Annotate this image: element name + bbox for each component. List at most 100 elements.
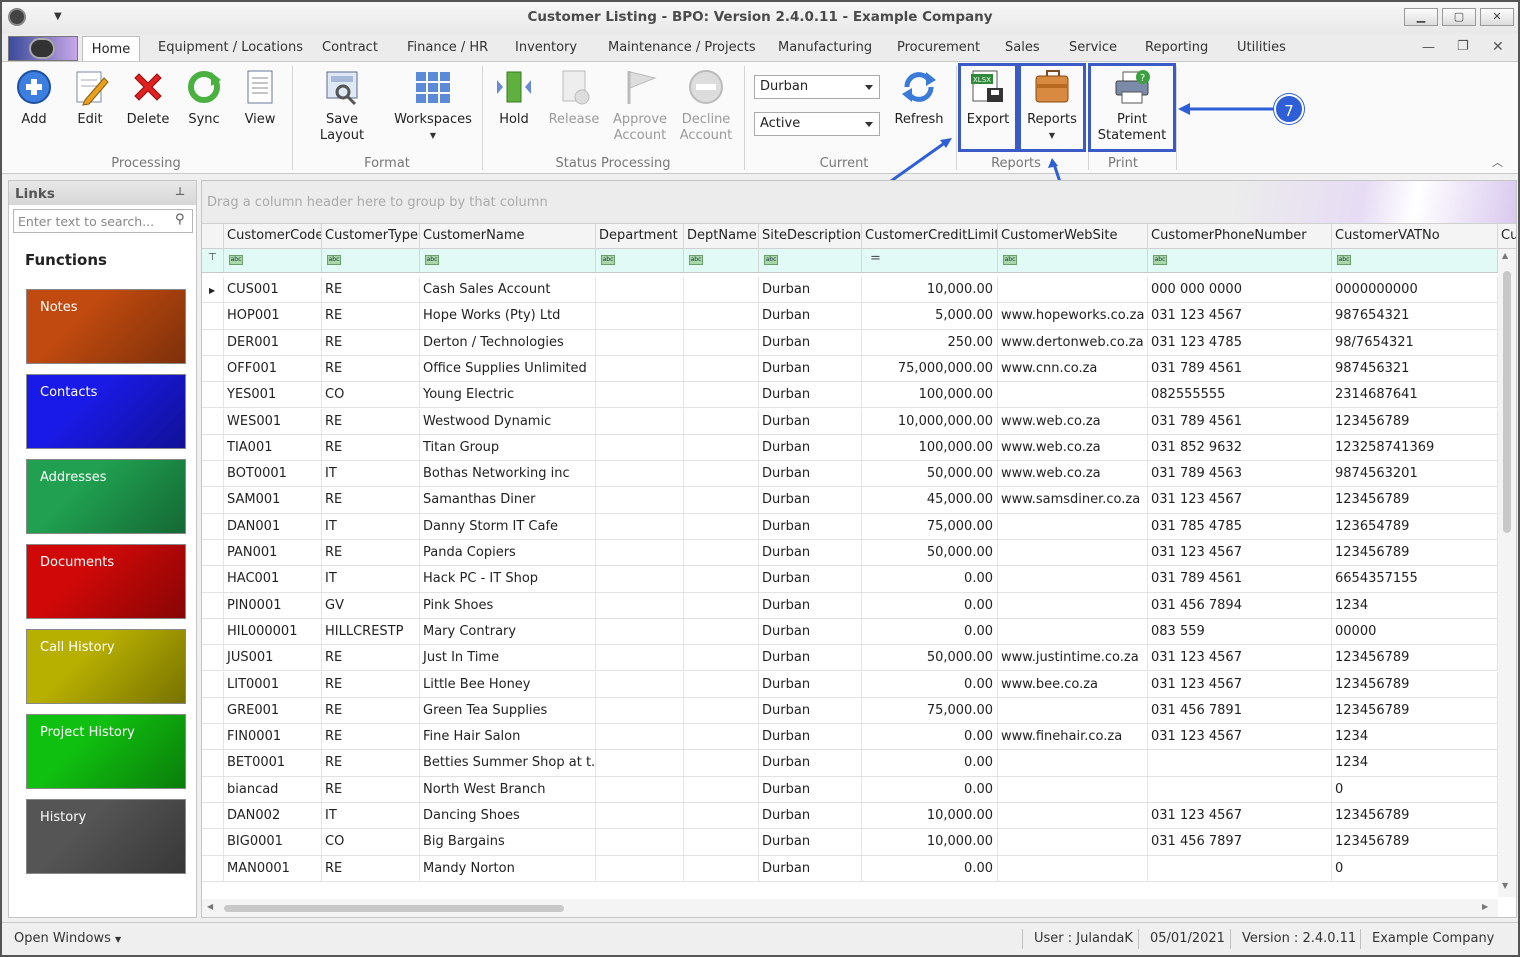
cell-sitedescription[interactable]: Durban [759, 618, 862, 645]
table-row[interactable]: TIA001 RE Titan Group Durban 100,000.00 www.w… [202, 434, 1498, 462]
cell-department[interactable] [596, 277, 684, 303]
cell-customervatno[interactable]: 2314687641 [1332, 382, 1498, 409]
cell-department[interactable] [596, 303, 684, 330]
status-dropdown[interactable]: Active [754, 112, 880, 136]
table-row[interactable]: HOP001 RE Hope Works (Pty) Ltd Durban 5,000.… [202, 303, 1498, 330]
mdi-minimize-icon[interactable]: — [1422, 40, 1435, 55]
cell-customervatno[interactable]: 0 [1332, 855, 1498, 882]
cell-customercreditlimit[interactable]: 250.00 [862, 329, 998, 356]
cell-customerphonenumber[interactable]: 031 456 7891 [1148, 697, 1332, 724]
cell-sitedescription[interactable]: Durban [759, 750, 862, 777]
cell-customertype[interactable]: RE [322, 697, 420, 724]
table-row[interactable]: MAN0001 RE Mandy Norton Durban 0.00 0 [202, 855, 1498, 882]
cell-deptname[interactable] [684, 382, 759, 409]
function-contacts[interactable]: Contacts [26, 374, 186, 449]
cell-customerphonenumber[interactable]: 031 852 9632 [1148, 434, 1332, 461]
site-dropdown[interactable]: Durban [754, 75, 880, 99]
table-row[interactable]: JUS001 RE Just In Time Durban 50,000.00 www.j… [202, 645, 1498, 672]
cell-customervatno[interactable]: 123258741369 [1332, 434, 1498, 461]
horizontal-scroll-thumb[interactable] [224, 905, 564, 912]
cell-customercode[interactable]: OFF001 [224, 355, 322, 382]
add-button[interactable]: Add [12, 68, 56, 128]
cell-customerphonenumber[interactable]: 031 456 7894 [1148, 592, 1332, 619]
cell-customercreditlimit[interactable]: 0.00 [862, 724, 998, 751]
cell-customervatno[interactable]: 987456321 [1332, 355, 1498, 382]
cell-deptname[interactable] [684, 329, 759, 356]
cell-customercreditlimit[interactable]: 0.00 [862, 671, 998, 698]
cell-customercode[interactable]: YES001 [224, 382, 322, 409]
cell-deptname[interactable] [684, 776, 759, 803]
cell-customerwebsite[interactable] [998, 382, 1148, 409]
cell-deptname[interactable] [684, 303, 759, 330]
cell-customertype[interactable]: RE [322, 408, 420, 435]
scroll-down-icon[interactable]: ▼ [1502, 881, 1508, 890]
cell-customerwebsite[interactable]: www.web.co.za [998, 434, 1148, 461]
cell-customerwebsite[interactable]: www.cnn.co.za [998, 355, 1148, 382]
cell-customerwebsite[interactable]: www.hopeworks.co.za [998, 303, 1148, 330]
cell-customername[interactable]: Titan Group [420, 434, 596, 461]
cell-customercode[interactable]: LIT0001 [224, 671, 322, 698]
cell-customervatno[interactable]: 123456789 [1332, 829, 1498, 856]
close-button[interactable]: ✕ [1480, 8, 1514, 26]
cell-sitedescription[interactable]: Durban [759, 803, 862, 829]
cell-customername[interactable]: Fine Hair Salon [420, 724, 596, 751]
cell-customerwebsite[interactable]: www.bee.co.za [998, 671, 1148, 698]
cell-customervatno[interactable]: 6654357155 [1332, 566, 1498, 593]
scroll-right-icon[interactable]: ▶ [1482, 902, 1488, 911]
table-row[interactable]: YES001 CO Young Electric Durban 100,000.00 08… [202, 382, 1498, 409]
cell-customercreditlimit[interactable]: 75,000,000.00 [862, 355, 998, 382]
cell-sitedescription[interactable]: Durban [759, 382, 862, 409]
cell-customername[interactable]: Pink Shoes [420, 592, 596, 619]
cell-customercode[interactable]: HIL000001 [224, 618, 322, 645]
tab-service[interactable]: Service [1069, 40, 1117, 55]
cell-customerphonenumber[interactable] [1148, 750, 1332, 777]
cell-department[interactable] [596, 855, 684, 882]
cell-customercode[interactable]: PIN0001 [224, 592, 322, 619]
table-row[interactable]: DAN001 IT Danny Storm IT Cafe Durban 75,000.… [202, 513, 1498, 540]
cell-customername[interactable]: Bothas Networking inc [420, 461, 596, 488]
search-icon[interactable]: ⚲ [175, 212, 185, 227]
cell-customername[interactable]: Mary Contrary [420, 618, 596, 645]
scroll-left-icon[interactable]: ◀ [207, 902, 213, 911]
column-header-customercode[interactable]: CustomerCode [224, 224, 322, 249]
cell-customercode[interactable]: MAN0001 [224, 855, 322, 882]
cell-customername[interactable]: Dancing Shoes [420, 803, 596, 829]
cell-customerwebsite[interactable] [998, 566, 1148, 593]
function-addresses[interactable]: Addresses [26, 459, 186, 534]
function-history[interactable]: History [26, 799, 186, 874]
cell-customertype[interactable]: RE [322, 329, 420, 356]
cell-customername[interactable]: Betties Summer Shop at t... [420, 750, 596, 777]
view-button[interactable]: View [238, 68, 282, 128]
cell-customertype[interactable]: RE [322, 303, 420, 330]
cell-customertype[interactable]: IT [322, 566, 420, 593]
cell-customertype[interactable]: RE [322, 487, 420, 514]
cell-customername[interactable]: Hope Works (Pty) Ltd [420, 303, 596, 330]
cell-customerwebsite[interactable]: www.finehair.co.za [998, 724, 1148, 751]
sync-button[interactable]: Sync [182, 68, 226, 128]
release-button[interactable]: Release [548, 68, 600, 128]
cell-customerphonenumber[interactable]: 083 559 [1148, 618, 1332, 645]
cell-customertype[interactable]: RE [322, 750, 420, 777]
refresh-button[interactable]: Refresh [890, 68, 948, 128]
cell-customercode[interactable]: BET0001 [224, 750, 322, 777]
approve-account-button[interactable]: Approve Account [612, 68, 668, 144]
cell-customercreditlimit[interactable]: 10,000,000.00 [862, 408, 998, 435]
cell-customertype[interactable]: RE [322, 277, 420, 303]
cell-customercode[interactable]: SAM001 [224, 487, 322, 514]
function-project-history[interactable]: Project History [26, 714, 186, 789]
cell-customerwebsite[interactable] [998, 855, 1148, 882]
cell-customername[interactable]: Green Tea Supplies [420, 697, 596, 724]
cell-deptname[interactable] [684, 408, 759, 435]
cell-customercode[interactable]: CUS001 [224, 277, 322, 303]
cell-department[interactable] [596, 513, 684, 540]
cell-customerphonenumber[interactable]: 031 123 4785 [1148, 329, 1332, 356]
cell-customercode[interactable]: HOP001 [224, 303, 322, 330]
tab-home[interactable]: Home [82, 36, 140, 63]
cell-sitedescription[interactable]: Durban [759, 592, 862, 619]
cell-customerwebsite[interactable] [998, 277, 1148, 303]
cell-customervatno[interactable]: 1234 [1332, 724, 1498, 751]
column-header-cu[interactable]: Cu [1498, 224, 1516, 249]
cell-customerphonenumber[interactable]: 031 789 4561 [1148, 408, 1332, 435]
mdi-close-icon[interactable]: ✕ [1492, 39, 1504, 55]
cell-customercreditlimit[interactable]: 0.00 [862, 750, 998, 777]
